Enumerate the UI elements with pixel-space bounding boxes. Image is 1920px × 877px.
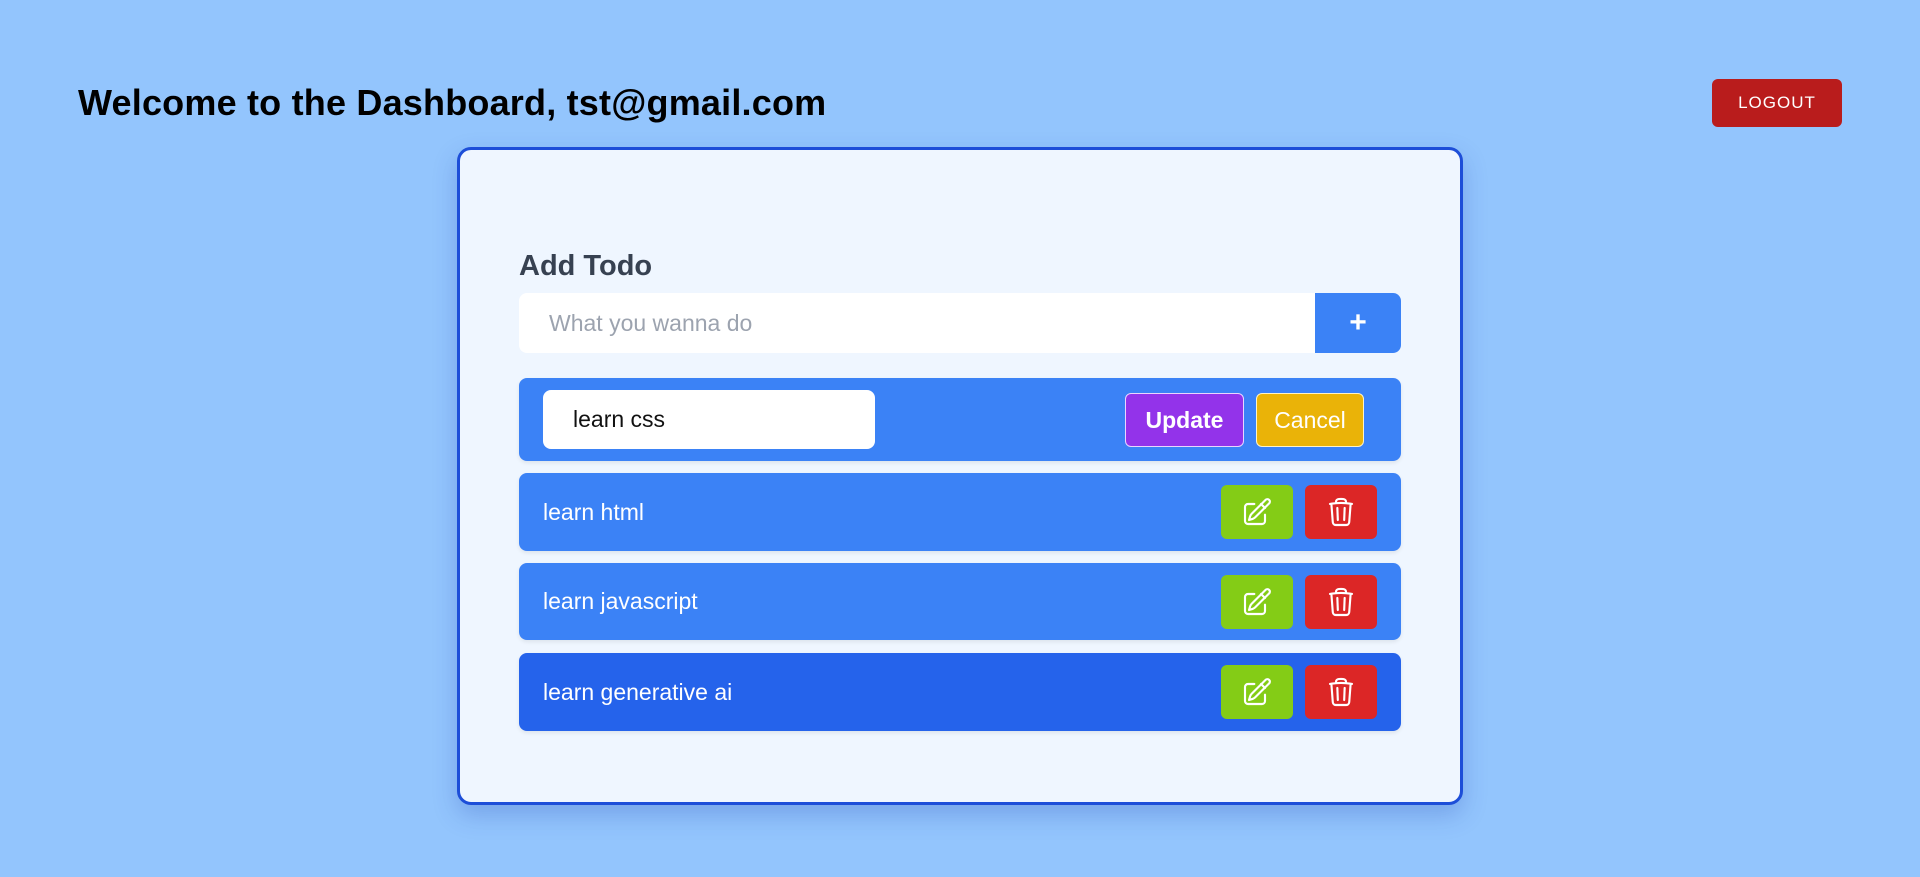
- edit-todo-button[interactable]: [1221, 665, 1293, 719]
- trash-icon: [1328, 497, 1354, 527]
- update-button[interactable]: Update: [1125, 393, 1244, 447]
- logout-button[interactable]: LOGOUT: [1712, 79, 1842, 127]
- cancel-button[interactable]: Cancel: [1256, 393, 1364, 447]
- todo-text: learn generative ai: [543, 678, 733, 705]
- todo-item-editing: Update Cancel: [519, 378, 1401, 461]
- welcome-heading: Welcome to the Dashboard, tst@gmail.com: [78, 82, 827, 123]
- pencil-square-icon: [1243, 588, 1271, 616]
- delete-todo-button[interactable]: [1305, 665, 1377, 719]
- delete-todo-button[interactable]: [1305, 485, 1377, 539]
- trash-icon: [1328, 587, 1354, 617]
- edit-todo-input[interactable]: [543, 390, 875, 449]
- dashboard-page: Welcome to the Dashboard, tst@gmail.com …: [0, 0, 1920, 877]
- todo-item: learn javascript: [519, 563, 1401, 640]
- delete-todo-button[interactable]: [1305, 575, 1377, 629]
- pencil-square-icon: [1243, 678, 1271, 706]
- pencil-square-icon: [1243, 498, 1271, 526]
- edit-todo-button[interactable]: [1221, 485, 1293, 539]
- todo-text: learn javascript: [543, 588, 698, 614]
- add-todo-title: Add Todo: [519, 250, 653, 282]
- trash-icon: [1328, 677, 1354, 707]
- todo-item: learn html: [519, 473, 1401, 551]
- add-todo-input[interactable]: [519, 293, 1315, 353]
- add-todo-button[interactable]: +: [1315, 293, 1401, 353]
- edit-todo-button[interactable]: [1221, 575, 1293, 629]
- todo-item: learn generative ai: [519, 653, 1401, 731]
- todo-text: learn html: [543, 498, 644, 525]
